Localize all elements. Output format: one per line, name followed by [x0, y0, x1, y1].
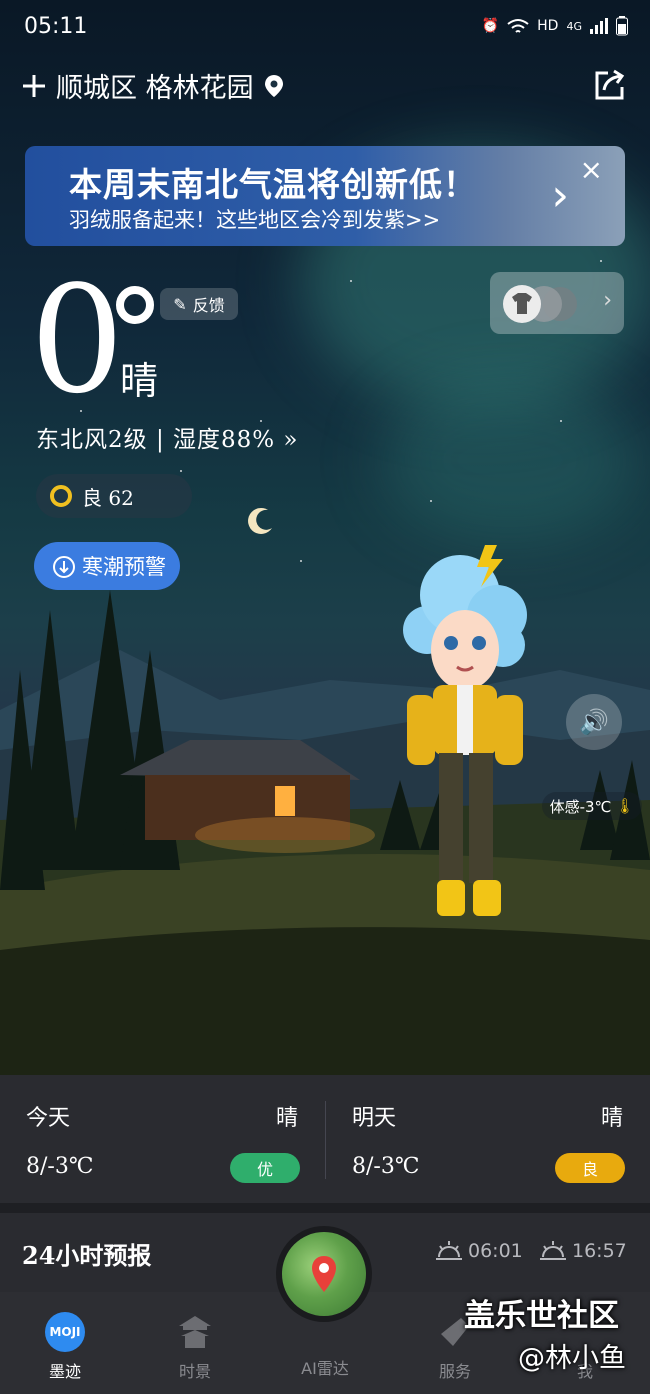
hourly-title: 24小时预报 — [22, 1241, 152, 1270]
sunset-info: 16:57 — [540, 1240, 627, 1262]
network-label: 4G — [566, 19, 582, 33]
radar-map-thumbnail — [282, 1232, 366, 1316]
status-icons: ⏰ HD 4G — [482, 16, 628, 36]
sunrise-icon — [436, 1241, 462, 1260]
thermometer-icon: 🌡 — [615, 797, 635, 815]
wifi-icon — [507, 19, 529, 33]
feels-like-label: 体感-3℃ — [549, 797, 612, 816]
status-time: 05:11 — [24, 14, 88, 39]
avatar-character — [403, 545, 527, 916]
landscape — [0, 590, 650, 1075]
aqi-indicator-icon — [50, 485, 72, 507]
aqi-label: 良 62 — [82, 485, 134, 510]
watermark-line2: @林小鱼 — [518, 1343, 626, 1374]
tomorrow-temperature-range: 8/-3℃ — [352, 1154, 420, 1179]
nav-label-scenery: 时景 — [178, 1362, 211, 1381]
alarm-icon: ⏰ — [481, 18, 500, 34]
nav-label-services: 服务 — [438, 1362, 471, 1381]
sunrise-info: 06:01 — [436, 1240, 523, 1262]
battery-icon — [616, 16, 628, 36]
current-temperature: 0 — [30, 254, 125, 426]
sunset-icon — [540, 1241, 566, 1260]
pencil-icon: ✎ — [173, 294, 187, 314]
clothing-icons — [503, 285, 577, 323]
alert-thermometer-icon — [53, 556, 75, 578]
location-header[interactable]: 顺城区 格林花园 — [22, 66, 284, 105]
watermark-line1: 盖乐世社区 — [464, 1298, 619, 1334]
wind-humidity[interactable]: 东北风2级 | 湿度88% » — [36, 420, 299, 454]
speaker-icon: 🔊 — [579, 708, 609, 736]
moon-icon — [248, 507, 272, 534]
tomorrow-condition: 晴 — [601, 1106, 624, 1131]
tomorrow-label: 明天 — [352, 1106, 397, 1131]
aqi-badge[interactable]: 良 62 — [36, 474, 192, 518]
nav-label-moji: 墨迹 — [48, 1362, 81, 1381]
add-city-icon[interactable] — [22, 74, 46, 98]
banner-title: 本周末南北气温将创新低！ — [69, 165, 477, 204]
today-temperature-range: 8/-3℃ — [26, 1154, 94, 1179]
share-icon[interactable] — [592, 68, 626, 102]
map-pin-icon — [312, 1256, 336, 1292]
nav-item-moji[interactable]: MOJI 墨迹 — [20, 1300, 110, 1382]
feedback-button[interactable]: ✎ 反馈 — [160, 288, 238, 320]
sunset-time: 16:57 — [572, 1240, 627, 1262]
forecast-divider — [325, 1101, 326, 1179]
current-condition: 晴 — [120, 359, 159, 403]
location-name[interactable]: 顺城区 格林花园 — [56, 66, 254, 105]
feels-like-badge: 体感-3℃ 🌡 — [542, 792, 642, 820]
section-separator — [0, 1203, 650, 1213]
today-label: 今天 — [26, 1106, 71, 1131]
today-aqi-badge: 优 — [230, 1153, 300, 1183]
ai-radar-button[interactable] — [276, 1226, 372, 1322]
tomorrow-aqi-badge: 良 — [555, 1153, 625, 1183]
close-icon[interactable]: × — [580, 156, 603, 184]
voice-broadcast-button[interactable]: 🔊 — [566, 694, 622, 750]
hd-label: HD — [537, 18, 559, 34]
moji-logo-icon: MOJI — [45, 1312, 85, 1352]
alert-label: 寒潮预警 — [82, 555, 166, 579]
pagoda-icon — [179, 1316, 211, 1348]
chevron-right-icon: › — [603, 288, 612, 313]
location-pin-icon — [264, 74, 283, 97]
nav-item-ai-radar[interactable]: AI雷达 — [280, 1355, 370, 1379]
dressing-suggestion-card[interactable]: › — [490, 272, 624, 334]
feedback-label: 反馈 — [192, 296, 225, 315]
signal-icon — [590, 18, 608, 34]
chevron-right-icon: › — [551, 170, 569, 221]
sunrise-time: 06:01 — [468, 1240, 523, 1262]
nav-item-scenery[interactable]: 时景 — [150, 1300, 240, 1382]
banner-subtitle: 羽绒服备起来！这些地区会冷到发紫>> — [69, 208, 441, 232]
today-condition: 晴 — [276, 1106, 299, 1131]
cold-wave-alert[interactable]: 寒潮预警 — [34, 542, 180, 590]
nav-label-ai-radar: AI雷达 — [301, 1359, 349, 1378]
degree-symbol — [116, 286, 154, 324]
promo-banner[interactable]: 本周末南北气温将创新低！ 羽绒服备起来！这些地区会冷到发紫>> › × — [25, 146, 625, 246]
